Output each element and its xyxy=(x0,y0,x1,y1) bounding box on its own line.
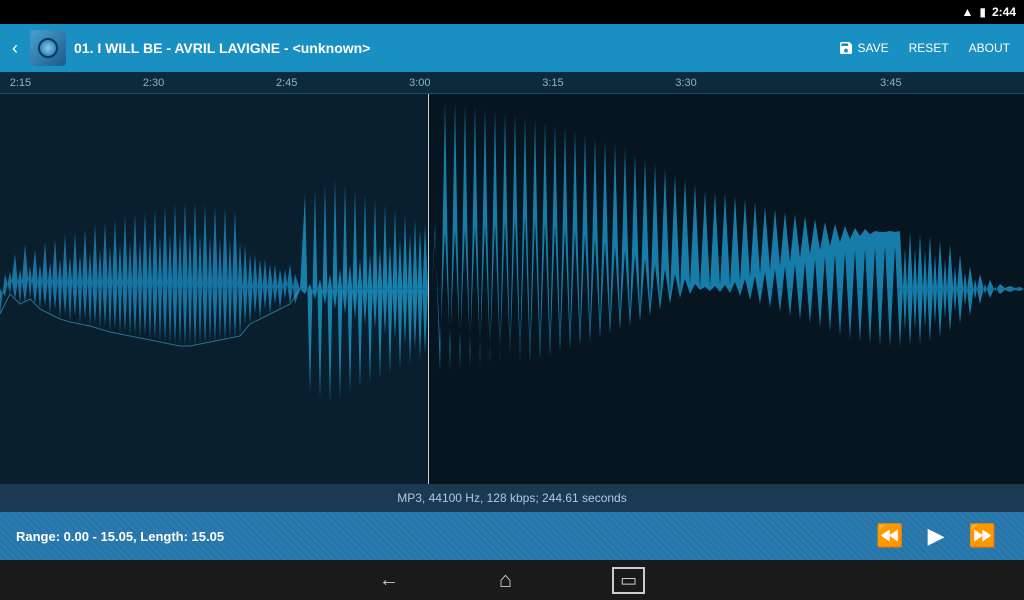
clock: 2:44 xyxy=(992,5,1016,19)
about-label: ABOUT xyxy=(969,41,1010,55)
rewind-icon: ⏪ xyxy=(876,523,903,549)
time-marker-6: 3:30 xyxy=(675,77,696,89)
waveform-container[interactable] xyxy=(0,94,1024,484)
time-marker-3: 2:45 xyxy=(276,77,297,89)
waveform-svg xyxy=(0,94,1024,484)
album-art xyxy=(30,30,66,66)
forward-button[interactable]: ⏩ xyxy=(957,519,1008,553)
track-title: 01. I WILL BE - AVRIL LAVIGNE - <unknown… xyxy=(74,40,824,56)
forward-icon: ⏩ xyxy=(969,523,996,549)
file-info-text: MP3, 44100 Hz, 128 kbps; 244.61 seconds xyxy=(397,491,626,505)
album-art-disc xyxy=(38,38,58,58)
nav-bar: ← ⌂ ▭ xyxy=(0,560,1024,600)
back-button[interactable]: ‹ xyxy=(8,34,22,63)
home-nav-icon[interactable]: ⌂ xyxy=(499,567,512,593)
play-icon: ▶ xyxy=(928,523,945,549)
file-info-bar: MP3, 44100 Hz, 128 kbps; 244.61 seconds xyxy=(0,484,1024,512)
recent-nav-icon[interactable]: ▭ xyxy=(612,567,645,594)
timeline-ruler: 2:15 2:30 2:45 3:00 3:15 3:30 3:45 xyxy=(0,72,1024,94)
back-nav-icon[interactable]: ← xyxy=(379,569,399,592)
wifi-icon: ▲ xyxy=(961,5,973,19)
time-marker-1: 2:15 xyxy=(10,77,31,89)
range-text: Range: 0.00 - 15.05, Length: 15.05 xyxy=(16,529,864,544)
time-marker-2: 2:30 xyxy=(143,77,164,89)
rewind-button[interactable]: ⏪ xyxy=(864,519,915,553)
reset-button[interactable]: RESET xyxy=(903,37,955,59)
time-marker-5: 3:15 xyxy=(542,77,563,89)
time-marker-4: 3:00 xyxy=(409,77,430,89)
save-label: SAVE xyxy=(858,41,889,55)
toolbar: ‹ 01. I WILL BE - AVRIL LAVIGNE - <unkno… xyxy=(0,24,1024,72)
about-button[interactable]: ABOUT xyxy=(963,37,1016,59)
save-button[interactable]: SAVE xyxy=(832,36,895,60)
playhead[interactable] xyxy=(428,94,429,484)
status-bar: ▲ ▮ 2:44 xyxy=(0,0,1024,24)
time-marker-7: 3:45 xyxy=(880,77,901,89)
battery-icon: ▮ xyxy=(979,5,986,19)
reset-label: RESET xyxy=(909,41,949,55)
play-button[interactable]: ▶ xyxy=(916,519,957,553)
controls-bar: Range: 0.00 - 15.05, Length: 15.05 ⏪ ▶ ⏩ xyxy=(0,512,1024,560)
save-icon xyxy=(838,40,854,56)
